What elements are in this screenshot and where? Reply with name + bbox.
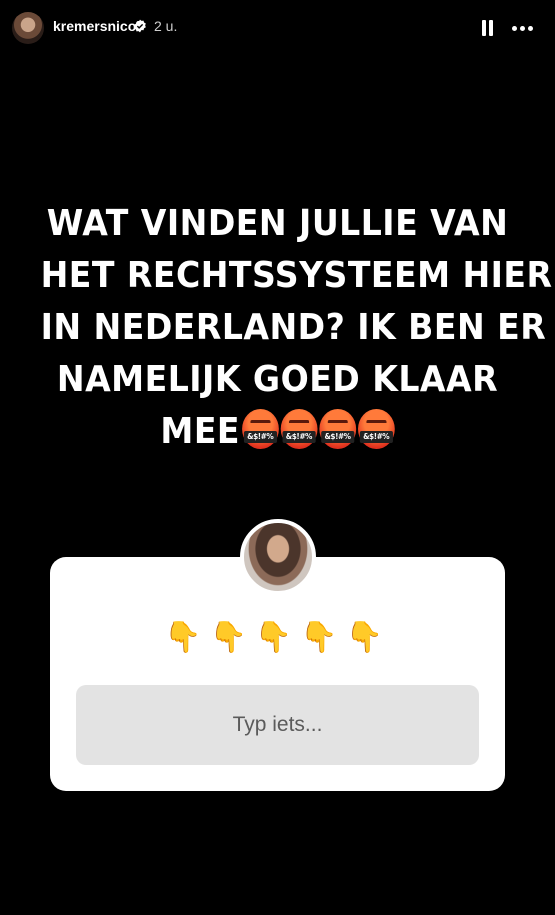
avatar[interactable] xyxy=(12,12,44,44)
story-header: kremersnicol 2 u. xyxy=(0,0,555,58)
pointing-down-icon: 👇 xyxy=(300,620,346,655)
caption-line: MEE xyxy=(160,411,241,452)
more-options-icon[interactable] xyxy=(511,18,535,38)
verified-badge-icon xyxy=(134,19,146,33)
reply-input[interactable] xyxy=(76,685,479,765)
caption-line: IN NEDERLAND? IK BEN ER xyxy=(40,307,547,348)
story-viewer: kremersnicol 2 u. WAT VINDEN JULLIE VAN … xyxy=(0,0,555,915)
cursing-face-icon xyxy=(280,409,318,449)
username[interactable]: kremersnicol xyxy=(53,18,140,34)
caption-line: HET RECHTSSYSTEEM HIER xyxy=(40,255,553,296)
story-caption: WAT VINDEN JULLIE VAN HET RECHTSSYSTEEM … xyxy=(40,198,553,458)
cursing-face-icon xyxy=(319,409,356,449)
pointing-down-icon: 👇 xyxy=(209,620,255,655)
caption-line-last: MEE xyxy=(41,406,515,458)
pointing-down-icon: 👇 xyxy=(164,620,210,655)
post-time: 2 u. xyxy=(154,18,178,34)
cursing-face-icon xyxy=(241,409,279,449)
sticker-avatar xyxy=(240,519,316,595)
pointing-down-icon: 👇 xyxy=(254,620,301,655)
caption-line: NAMELIJK GOED KLAAR xyxy=(56,359,499,400)
pointing-down-icon: 👇 xyxy=(345,620,391,655)
sticker-prompt: 👇👇👇👇👇 xyxy=(50,620,505,655)
pause-icon[interactable] xyxy=(477,18,497,38)
caption-line: WAT VINDEN JULLIE VAN xyxy=(46,203,509,244)
cursing-face-icon xyxy=(357,409,395,449)
angry-emoji-row xyxy=(241,409,395,449)
